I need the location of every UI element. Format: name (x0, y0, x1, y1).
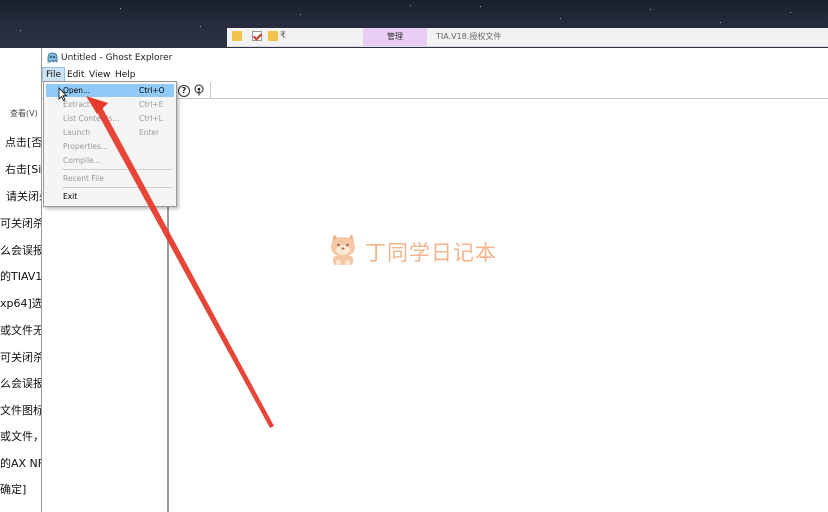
menu-item-launch[interactable]: Launch Enter (46, 126, 174, 139)
watermark-text: 丁同学日记本 (365, 241, 497, 265)
menu-item-exit[interactable]: Exit (46, 190, 174, 203)
menu-item-shortcut: Enter (139, 128, 160, 137)
menu-item-label: Recent File (63, 174, 104, 183)
menu-item-label: List Contents... (63, 114, 120, 123)
menu-item-label: Compile... (63, 156, 101, 165)
menu-item-properties[interactable]: Properties... (46, 140, 174, 153)
menu-item-list-contents[interactable]: List Contents... Ctrl+L (46, 112, 174, 125)
list-item: 么会误报 (0, 244, 44, 257)
menu-item-recent-file[interactable]: Recent File (46, 172, 174, 185)
menu-separator (62, 169, 172, 170)
menu-item-shortcut: Ctrl+O (139, 86, 165, 95)
list-item: 文件图标 (0, 404, 44, 417)
folder-icon[interactable] (232, 31, 242, 41)
toolbar-separator (210, 82, 211, 98)
pin-icon[interactable]: ₹ (280, 31, 288, 41)
network-icon[interactable] (193, 84, 205, 96)
menu-item-label: Properties... (63, 142, 109, 151)
menu-item-shortcut: Ctrl+E (139, 100, 164, 109)
manage-tab[interactable]: 管理 (363, 28, 427, 46)
menu-item-label: Extract... (63, 100, 98, 109)
menu-file[interactable]: File (41, 67, 66, 83)
menu-item-compile[interactable]: Compile... (46, 154, 174, 167)
title-bar[interactable]: Untitled - Ghost Explorer (42, 48, 828, 68)
checkbox-icon[interactable] (252, 31, 262, 41)
background-explorer-toolbar: ₹ (227, 28, 828, 47)
folder-icon[interactable] (268, 31, 278, 41)
ghost-app-icon (47, 52, 58, 63)
menu-view[interactable]: View (86, 68, 113, 82)
view-menu-fragment[interactable]: 查看(V) (10, 108, 38, 119)
menu-item-shortcut: Ctrl+L (139, 114, 163, 123)
menu-bar: File Edit View Help (41, 67, 828, 83)
shiba-dog-icon (331, 234, 355, 265)
menu-edit[interactable]: Edit (64, 68, 87, 82)
help-icon[interactable]: ? (178, 85, 190, 97)
menu-item-label: Exit (63, 192, 78, 201)
background-window-title: TIA.V18.授权文件 (436, 32, 502, 41)
mouse-cursor-icon (58, 87, 68, 101)
list-item: 确定] (0, 483, 27, 496)
menu-separator (62, 187, 172, 188)
window-title: Untitled - Ghost Explorer (61, 53, 173, 63)
menu-help[interactable]: Help (112, 68, 139, 82)
content-pane[interactable] (168, 99, 828, 512)
list-item: 么会误报 (0, 377, 44, 390)
menu-item-label: Launch (63, 128, 91, 137)
